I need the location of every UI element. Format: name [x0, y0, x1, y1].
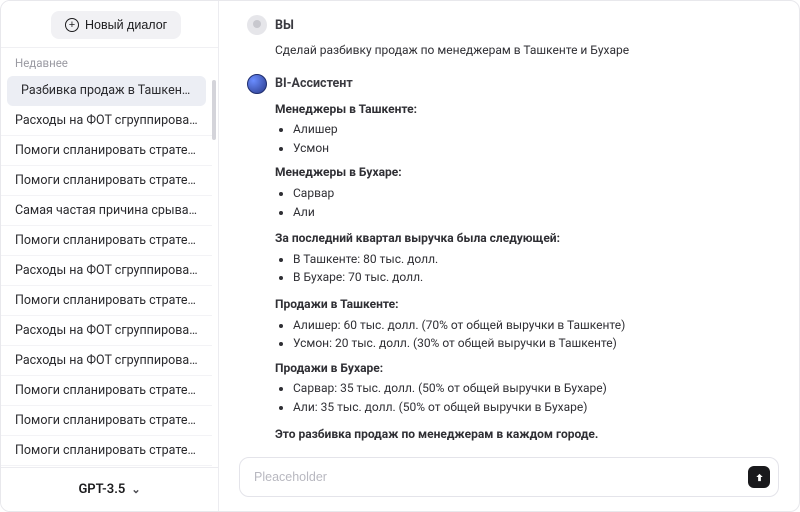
message-input[interactable]: [254, 470, 740, 484]
sidebar-top: + Новый диалог: [1, 1, 218, 47]
sales-tashkent-title: Продажи в Ташкенте:: [275, 297, 399, 311]
history-item[interactable]: Помоги спланировать стратегию п...: [1, 286, 212, 316]
chat-history: Разбивка продаж в ТашкентеРасходы на ФОТ…: [1, 76, 218, 467]
recent-section-label: Недавнее: [1, 47, 218, 76]
list-item: Али: 35 тыс. долл. (50% от общей выручки…: [293, 398, 771, 417]
user-sender-name: ВЫ: [275, 18, 294, 33]
history-item[interactable]: Помоги спланировать стратегию п...: [1, 226, 212, 256]
user-message-text: Сделай разбивку продаж по менеджерам в Т…: [275, 43, 629, 57]
composer-area: [219, 449, 799, 511]
sales-bukhara-title: Продажи в Бухаре:: [275, 361, 383, 375]
list-item: В Бухаре: 70 тыс. долл.: [293, 268, 771, 287]
model-picker[interactable]: GPT-3.5 ⌄: [78, 482, 140, 497]
history-item[interactable]: Расходы на ФОТ сгруппированные...: [1, 256, 212, 286]
user-message-body: Сделай разбивку продаж по менеджерам в Т…: [247, 41, 771, 60]
managers-bukhara-title: Менеджеры в Бухаре:: [275, 165, 402, 179]
arrow-up-icon: [754, 472, 765, 483]
history-item[interactable]: Расходы на ФОТ сгруппированные...: [1, 316, 212, 346]
send-button[interactable]: [748, 466, 770, 488]
sidebar: + Новый диалог Недавнее Разбивка продаж …: [1, 1, 219, 511]
bot-message-header: BI-Ассистент: [247, 74, 771, 94]
list-item: Усмон: [293, 139, 771, 158]
sales-bukhara-list: Сарвар: 35 тыс. долл. (50% от общей выру…: [275, 379, 771, 416]
main-panel: ВЫ Сделай разбивку продаж по менеджерам …: [219, 1, 799, 511]
sales-tashkent-list: Алишер: 60 тыс. долл. (70% от общей выру…: [275, 316, 771, 353]
managers-bukhara-list: СарварАли: [275, 184, 771, 221]
user-message-header: ВЫ: [247, 15, 771, 35]
history-item[interactable]: Помоги спланировать стратегию п...: [1, 436, 212, 466]
bot-sender-name: BI-Ассистент: [275, 76, 353, 91]
history-item[interactable]: Разбивка продаж в Ташкенте: [7, 76, 206, 106]
list-item: Алишер: [293, 120, 771, 139]
sidebar-bottom: GPT-3.5 ⌄: [1, 467, 218, 511]
bot-avatar-icon: [247, 74, 267, 94]
composer: [239, 457, 779, 497]
list-item: Али: [293, 203, 771, 222]
scrollbar-thumb[interactable]: [212, 80, 216, 140]
list-item: Усмон: 20 тыс. долл. (30% от общей выруч…: [293, 334, 771, 353]
history-item[interactable]: Расходы на ФОТ сгруппированные...: [1, 346, 212, 376]
history-item[interactable]: Расходы на ФОТ сгруппированные...: [1, 106, 212, 136]
user-avatar-icon: [247, 15, 267, 35]
list-item: В Ташкенте: 80 тыс. долл.: [293, 250, 771, 269]
history-item[interactable]: Помоги спланировать стратегию п...: [1, 406, 212, 436]
list-item: Сарвар: 35 тыс. долл. (50% от общей выру…: [293, 379, 771, 398]
history-item[interactable]: Самая частая причина срыва плана: [1, 196, 212, 226]
revenue-title: За последний квартал выручка была следую…: [275, 231, 560, 245]
bot-message-body: Менеджеры в Ташкенте: АлишерУсмон Менедж…: [247, 100, 771, 449]
new-chat-label: Новый диалог: [85, 18, 167, 32]
history-item[interactable]: Помоги спланировать стратегию п...: [1, 166, 212, 196]
chevron-down-icon: ⌄: [131, 483, 140, 496]
managers-tashkent-title: Менеджеры в Ташкенте:: [275, 102, 417, 116]
history-item[interactable]: Помоги спланировать стратегию п...: [1, 376, 212, 406]
summary-bold: Это разбивка продаж по менеджерам в кажд…: [275, 427, 598, 441]
new-chat-button[interactable]: + Новый диалог: [51, 11, 181, 39]
plus-circle-icon: +: [65, 18, 79, 32]
revenue-list: В Ташкенте: 80 тыс. долл.В Бухаре: 70 ты…: [275, 250, 771, 287]
message-thread: ВЫ Сделай разбивку продаж по менеджерам …: [219, 1, 799, 449]
model-label: GPT-3.5: [78, 482, 125, 497]
managers-tashkent-list: АлишерУсмон: [275, 120, 771, 157]
list-item: Сарвар: [293, 184, 771, 203]
app-window: + Новый диалог Недавнее Разбивка продаж …: [0, 0, 800, 512]
list-item: Алишер: 60 тыс. долл. (70% от общей выру…: [293, 316, 771, 335]
history-item[interactable]: Помоги спланировать стратегию п...: [1, 136, 212, 166]
